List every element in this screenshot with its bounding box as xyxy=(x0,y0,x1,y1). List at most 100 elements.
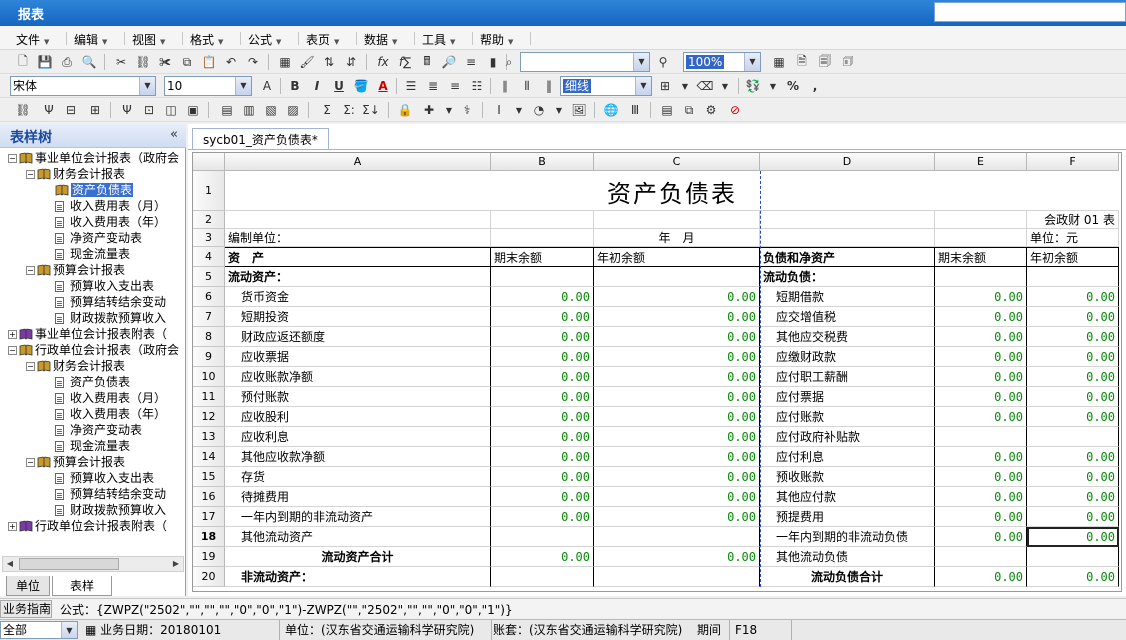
tree-node[interactable]: − 预算会计报表 xyxy=(26,454,125,470)
sort-desc-icon[interactable]: ⇵ xyxy=(342,53,360,71)
amount-cell[interactable] xyxy=(1027,427,1119,447)
lock-icon[interactable]: 🔒 xyxy=(396,101,414,119)
clear-icon[interactable]: ⊘ xyxy=(726,101,744,119)
label-cell[interactable]: 流动资产： xyxy=(225,267,491,287)
tree-node[interactable]: 现金流量表 xyxy=(44,438,130,454)
label-cell[interactable]: 其他流动资产 xyxy=(225,527,491,547)
menu-item-6[interactable]: 数据 ▼ xyxy=(364,31,397,48)
label-cell[interactable]: 流动负债： xyxy=(760,267,935,287)
sort-asc-icon[interactable]: ⇅ xyxy=(320,53,338,71)
eraser-dropdown-icon[interactable]: ▼ xyxy=(716,77,734,95)
amount-cell[interactable]: 0.00 xyxy=(1027,467,1119,487)
label-cell[interactable]: 存货 xyxy=(225,467,491,487)
menu-item-8[interactable]: 帮助 ▼ xyxy=(480,31,513,48)
business-guide-label[interactable]: 业务指南 xyxy=(0,600,52,618)
amount-cell[interactable]: 0.00 xyxy=(491,407,594,427)
tree-node[interactable]: 预算收入支出表 xyxy=(44,278,154,294)
currency-icon[interactable]: 💱 xyxy=(744,77,762,95)
amount-cell[interactable]: 0.00 xyxy=(594,287,760,307)
font-color-icon[interactable]: A xyxy=(374,77,392,95)
new-file-icon[interactable]: 🗋 xyxy=(14,53,32,71)
function-icon[interactable]: fx xyxy=(374,53,392,71)
cell[interactable] xyxy=(935,229,1027,247)
label-cell[interactable]: 一年内到期的非流动资产 xyxy=(225,507,491,527)
paste-icon[interactable]: 📋 xyxy=(200,53,218,71)
amount-cell[interactable]: 0.00 xyxy=(594,547,760,567)
amount-cell[interactable]: 0.00 xyxy=(594,307,760,327)
amount-cell[interactable]: 0.00 xyxy=(491,347,594,367)
amount-cell[interactable]: 0.00 xyxy=(491,547,594,567)
label-cell[interactable]: 财政应返还额度 xyxy=(225,327,491,347)
amount-cell[interactable]: 0.00 xyxy=(594,467,760,487)
label-cell[interactable]: 应收利息 xyxy=(225,427,491,447)
collapse-node-icon[interactable]: − xyxy=(8,154,17,163)
amount-cell[interactable]: 0.00 xyxy=(935,507,1027,527)
bars-icon[interactable]: Ⅲ xyxy=(626,101,644,119)
label-cell[interactable]: 其他应付款 xyxy=(760,487,935,507)
row-header[interactable]: 19 xyxy=(193,547,225,567)
tree-node[interactable]: 收入费用表（年） xyxy=(44,214,166,230)
amount-cell[interactable]: 0.00 xyxy=(491,467,594,487)
amount-cell[interactable]: 0.00 xyxy=(935,567,1027,587)
increase-font-icon[interactable]: A xyxy=(258,77,276,95)
amount-cell[interactable]: 0.00 xyxy=(1027,367,1119,387)
find-icon[interactable]: ⌕ xyxy=(500,53,518,71)
row-header[interactable]: 20 xyxy=(193,567,225,587)
amount-cell[interactable] xyxy=(935,547,1027,567)
amount-cell[interactable]: 0.00 xyxy=(935,527,1027,547)
label-cell[interactable]: 流动资产合计 xyxy=(225,547,491,567)
amount-cell[interactable]: 0.00 xyxy=(491,367,594,387)
label-cell[interactable]: 流动负债合计 xyxy=(760,567,935,587)
amount-cell[interactable]: 0.00 xyxy=(491,427,594,447)
tree-node[interactable]: − 财务会计报表 xyxy=(26,166,125,182)
row-header[interactable]: 13 xyxy=(193,427,225,447)
label-cell[interactable]: 应付利息 xyxy=(760,447,935,467)
tree-node[interactable]: + 事业单位会计报表附表（ xyxy=(8,326,167,342)
align-right-icon[interactable]: ≡ xyxy=(446,77,464,95)
cell[interactable] xyxy=(760,229,935,247)
amount-cell[interactable] xyxy=(491,527,594,547)
column-header[interactable]: B xyxy=(491,153,594,171)
print-preview-icon[interactable]: 🔍 xyxy=(80,53,98,71)
row-header[interactable]: 17 xyxy=(193,507,225,527)
label-cell[interactable]: 应付政府补贴款 xyxy=(760,427,935,447)
add-icon[interactable]: ✚ xyxy=(420,101,438,119)
zoom-combo[interactable]: 100% ▼ xyxy=(683,52,761,72)
undo-icon[interactable]: ↶ xyxy=(222,53,240,71)
amount-cell[interactable]: 0.00 xyxy=(594,327,760,347)
function-wizard-icon[interactable]: f∑ xyxy=(396,53,414,71)
border-style-combo[interactable]: 细线 ▼ xyxy=(560,76,652,96)
menu-item-3[interactable]: 格式 ▼ xyxy=(190,31,223,48)
list-icon[interactable]: ▤ xyxy=(658,101,676,119)
export-icon[interactable]: 🗊 xyxy=(839,53,857,71)
amount-cell[interactable] xyxy=(594,527,760,547)
cut-icon[interactable]: ✂ xyxy=(112,53,130,71)
amount-cell[interactable] xyxy=(594,267,760,287)
amount-cell[interactable]: 0.00 xyxy=(1027,327,1119,347)
row-header[interactable]: 6 xyxy=(193,287,225,307)
amount-cell[interactable]: 0.00 xyxy=(594,387,760,407)
amount-cell[interactable]: 0.00 xyxy=(935,387,1027,407)
amount-cell[interactable]: 0.00 xyxy=(594,347,760,367)
amount-cell[interactable]: 0.00 xyxy=(594,447,760,467)
amount-cell[interactable]: 0.00 xyxy=(935,487,1027,507)
eraser-icon[interactable]: ⌫ xyxy=(696,77,714,95)
percent-icon[interactable]: % xyxy=(784,77,802,95)
print-icon[interactable]: ⎙ xyxy=(58,53,76,71)
row-header[interactable]: 4 xyxy=(193,247,225,267)
column-header[interactable]: F xyxy=(1027,153,1119,171)
form-number[interactable]: 会政财 01 表 xyxy=(1027,211,1119,229)
label-cell[interactable]: 预付账款 xyxy=(225,387,491,407)
label-cell[interactable]: 应付职工薪酬 xyxy=(760,367,935,387)
zoom-icon[interactable]: 🔎 xyxy=(440,53,458,71)
scope-combo[interactable]: 全部 ▼ xyxy=(0,621,78,639)
tab-template[interactable]: 表样 xyxy=(52,576,112,596)
cell[interactable] xyxy=(225,211,491,229)
copy-sheet-icon[interactable]: ⧉ xyxy=(680,101,698,119)
select-all-corner[interactable] xyxy=(193,153,225,171)
tree-horizontal-scrollbar[interactable]: ◀ ▶ xyxy=(2,556,184,572)
collapse-node-icon[interactable]: − xyxy=(8,346,17,355)
unit-label[interactable]: 编制单位： xyxy=(225,229,491,247)
scroll-left-icon[interactable]: ◀ xyxy=(3,557,17,571)
table-icon[interactable]: ▦ xyxy=(276,53,294,71)
